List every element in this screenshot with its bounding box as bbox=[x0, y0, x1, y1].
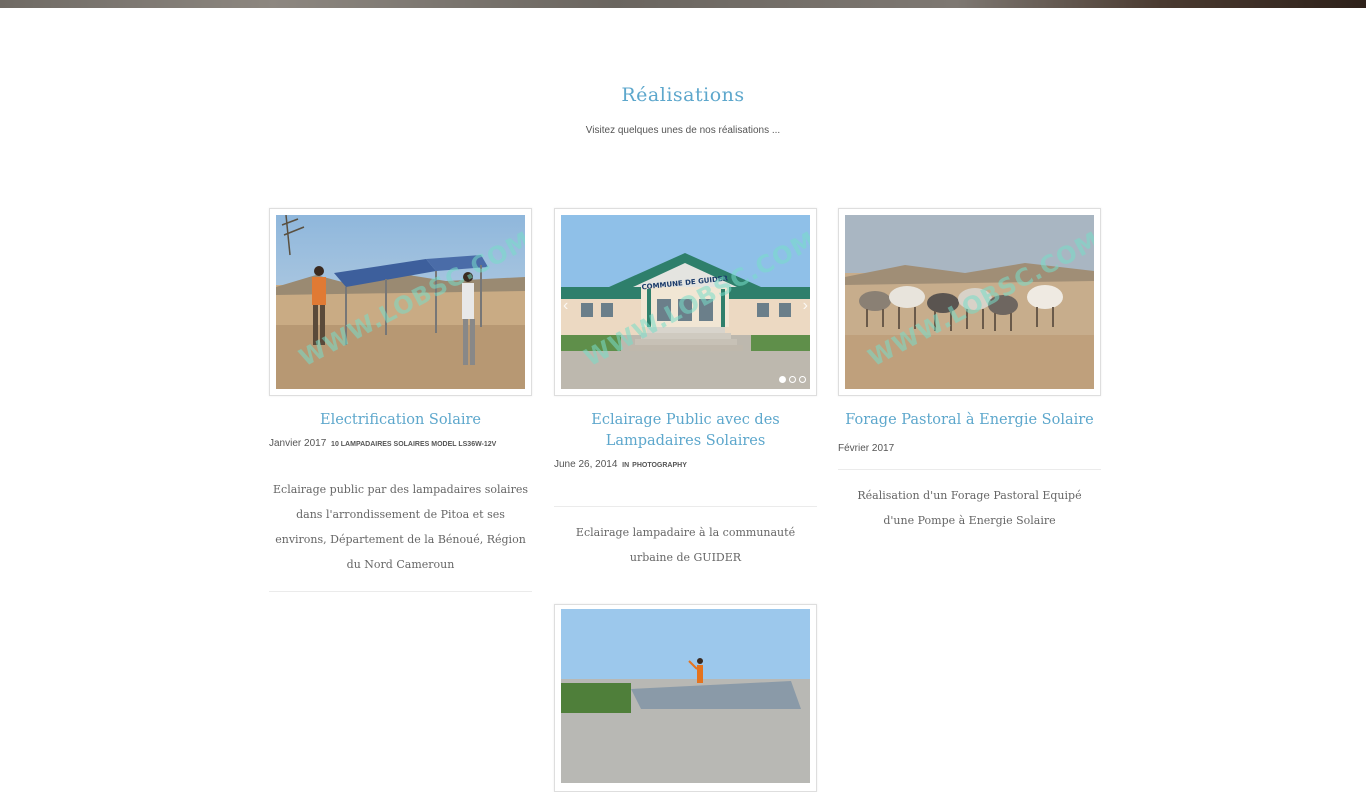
watermark: WWW.LOBSC.COM bbox=[863, 225, 1094, 373]
slider-dots bbox=[779, 376, 806, 383]
watermark: WWW.LOBSC.COM bbox=[294, 225, 525, 373]
card-description: Eclairage public par des lampadaires sol… bbox=[273, 483, 528, 571]
section-subtitle: Visitez quelques unes de nos réalisation… bbox=[585, 125, 781, 136]
card-thumbnail[interactable] bbox=[554, 604, 817, 792]
card-title[interactable]: Electrification Solaire bbox=[269, 410, 532, 431]
slider-dot-2[interactable] bbox=[789, 376, 796, 383]
slider-next-icon[interactable]: › bbox=[803, 297, 808, 315]
card-category[interactable]: PHOTOGRAPHY bbox=[632, 462, 687, 469]
card-divider bbox=[269, 591, 532, 592]
card-category[interactable]: 10 LAMPADAIRES SOLAIRES MODEL LS36W-12V bbox=[331, 441, 496, 448]
card-thumbnail-slider[interactable]: COMMUNE DE GUIDER WWW.LOBSC.COM ‹ › bbox=[554, 208, 817, 396]
portfolio-card-electrification: WWW.LOBSC.COM Electrification Solaire Ja… bbox=[269, 208, 532, 592]
card-thumbnail[interactable]: WWW.LOBSC.COM bbox=[838, 208, 1101, 396]
card-date: Février 2017 bbox=[838, 443, 895, 454]
worker-on-roof-solar-image bbox=[561, 609, 810, 783]
watermark: WWW.LOBSC.COM bbox=[579, 225, 810, 373]
card-meta: Janvier 2017 10 LAMPADAIRES SOLAIRES MOD… bbox=[269, 438, 532, 449]
card-description: Réalisation d'un Forage Pastoral Equipé … bbox=[857, 489, 1082, 527]
card-meta: Février 2017 bbox=[838, 443, 1101, 454]
slider-dot-3[interactable] bbox=[799, 376, 806, 383]
section-title: Réalisations bbox=[621, 84, 745, 106]
portfolio-card-rooftop bbox=[554, 604, 817, 792]
portfolio-card-forage: WWW.LOBSC.COM Forage Pastoral à Energie … bbox=[838, 208, 1101, 533]
hero-image-bottom-edge bbox=[0, 0, 1366, 8]
card-thumbnail[interactable]: WWW.LOBSC.COM bbox=[269, 208, 532, 396]
card-description: Eclairage lampadaire à la communauté urb… bbox=[575, 526, 796, 564]
slider-dot-1[interactable] bbox=[779, 376, 786, 383]
card-title[interactable]: Eclairage Public avec des Lampadaires So… bbox=[554, 410, 817, 452]
slider-prev-icon[interactable]: ‹ bbox=[563, 297, 568, 315]
card-date: Janvier 2017 bbox=[269, 438, 327, 449]
card-category-prefix: IN bbox=[622, 462, 630, 469]
card-meta: June 26, 2014 IN PHOTOGRAPHY bbox=[554, 459, 817, 470]
card-date: June 26, 2014 bbox=[554, 459, 618, 470]
portfolio-card-eclairage: COMMUNE DE GUIDER WWW.LOBSC.COM ‹ › Ecla… bbox=[554, 208, 817, 570]
card-title[interactable]: Forage Pastoral à Energie Solaire bbox=[838, 410, 1101, 431]
